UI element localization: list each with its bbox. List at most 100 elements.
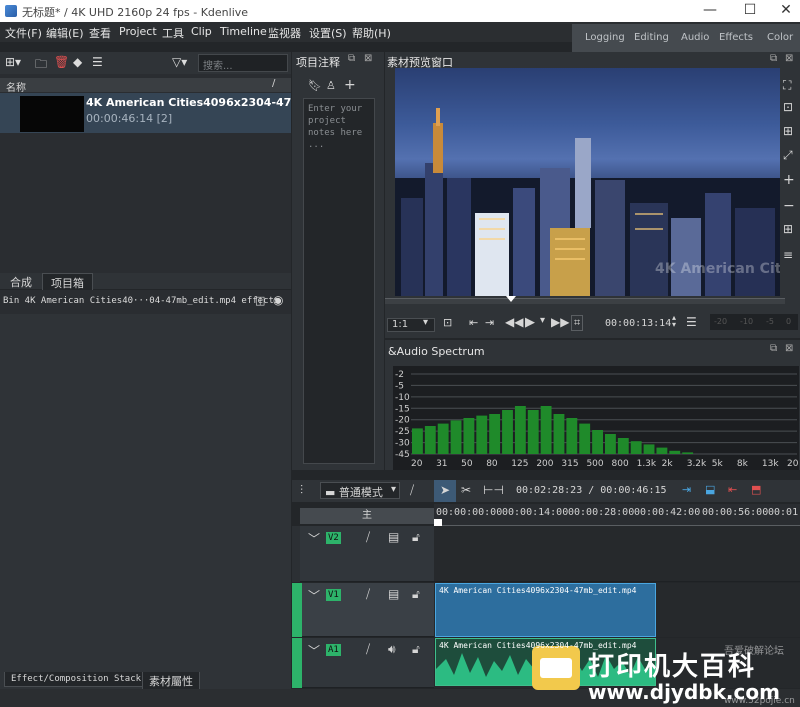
menu-project[interactable]: Project [119,25,157,38]
timeline-position[interactable]: 00:02:28:23 / 00:00:46:15 [516,485,667,496]
track-v1-area[interactable]: 4K American Cities4096x2304-47mb_edit.mp… [434,583,800,637]
tag-icon[interactable]: ◆ [73,55,82,69]
add-clip-icon[interactable]: ⊞▾ [5,55,21,69]
hide-video-icon[interactable]: ▤ [388,530,399,544]
split-compare-icon[interactable]: ◫ [255,294,265,307]
layout-editing[interactable]: Editing [634,32,669,43]
menu-icon[interactable]: ☰ [92,55,103,69]
layout-color[interactable]: Color [767,32,793,43]
extract-icon[interactable]: ⇤ [728,483,737,496]
spectrum-close-icon[interactable]: ⊠ [785,343,793,354]
layout-logging[interactable]: Logging [585,32,625,43]
close-button[interactable]: ✕ [766,0,800,22]
tab-effect-stack[interactable]: Effect/Composition Stack [4,672,149,687]
menu-clip[interactable]: Clip [191,25,212,38]
set-zone-icon[interactable]: ⊡ [443,316,452,329]
safe-zone-icon[interactable]: ⊞ [783,124,793,138]
zoom-out-icon[interactable]: − [783,198,795,214]
timeline-settings-icon[interactable]: ⫶ [300,483,303,498]
maximize-button[interactable]: ☐ [730,0,770,22]
forward-icon[interactable]: ▶▶ [551,315,569,329]
collapse-icon[interactable]: ﹀ [308,642,320,659]
rewind-icon[interactable]: ◀◀ [505,315,523,329]
zoom-icon[interactable]: ⤢ [783,148,793,163]
bookmark-icon[interactable]: 🔖︎ [308,79,322,92]
add-folder-icon[interactable]: 🗀 [35,55,47,76]
spectrum-float-icon[interactable]: ⧉ [770,343,777,354]
spectrum-x-label: 3.2k [687,459,707,469]
effects-icon[interactable]: ⧸ [366,642,370,657]
set-out-icon[interactable]: ⇥ [485,316,494,329]
zoom-fit-icon[interactable]: ⊡ [783,100,793,114]
grid-icon[interactable]: ⊞ [783,222,793,236]
fullscreen-icon[interactable]: ⛶ [783,78,791,93]
monitor-float-icon[interactable]: ⧉ [770,53,777,64]
menu-edit[interactable]: 编辑(E) [46,25,84,41]
master-track-label[interactable]: 主 [300,508,434,524]
meter-label-2: -5 [766,317,774,326]
notes-editor[interactable]: Enter your project notes here ... [303,98,375,464]
track-v2-area[interactable] [434,526,800,582]
user-icon[interactable]: ♙ [326,79,336,92]
crop-icon[interactable]: ⌗ [571,315,584,331]
edit-mode-select[interactable]: ▬ 普通模式 [320,482,400,499]
delete-icon[interactable]: 🗑 [54,55,69,69]
watermark-line3: 吾爱破解论坛 [724,646,784,657]
menu-file[interactable]: 文件(F) [5,25,42,41]
play-chevron-icon[interactable]: ▾ [540,315,545,326]
razor-tool-icon[interactable]: ✂ [461,483,471,497]
spacer-tool-icon[interactable]: ⊢⊣ [483,483,504,497]
collapse-icon[interactable]: ﹀ [308,530,320,547]
menu-help[interactable]: 帮助(H) [352,25,391,41]
eye-icon[interactable]: ◉ [273,293,283,307]
clip-row[interactable]: 4K American Cities4096x2304-47mb_edit 00… [0,93,291,133]
timecode-stepper[interactable]: ▴ ▾ [672,314,676,329]
timeline-ruler[interactable]: 00:00:00:00 00:00:14:00 00:00:28:00 00:0… [434,504,800,526]
column-divider: / [272,78,276,89]
tab-composition[interactable]: 合成 [4,273,38,291]
selection-tool-icon[interactable]: ➤ [434,480,456,502]
track-header-v2[interactable]: ﹀ V2 ⧸ ▤ 🔓︎ [292,526,434,582]
search-input[interactable]: 搜索... [198,54,288,72]
more-icon[interactable]: ≡ [783,248,793,262]
zoom-in-icon[interactable]: + [783,172,795,188]
collapse-icon[interactable]: ﹀ [308,587,320,604]
effects-icon[interactable]: ⧸ [366,587,370,602]
effect-icon[interactable]: ⧸ [410,483,414,498]
lift-icon[interactable]: ⬒ [751,483,761,496]
filter-icon[interactable]: ▽▾ [172,55,187,69]
meter-label-3: 0 [786,317,792,326]
track-header-a1[interactable]: ﹀ A1 ⧸ 🔊︎ 🔓︎ [292,638,434,688]
insert-icon[interactable]: ⇥ [682,483,691,496]
playhead-marker[interactable] [506,296,516,302]
play-icon[interactable]: ▶ [525,315,535,330]
timeline-playhead[interactable] [434,519,442,526]
notes-close-icon[interactable]: ⊠ [364,53,372,64]
hide-video-icon[interactable]: ▤ [388,587,399,601]
video-clip[interactable]: 4K American Cities4096x2304-47mb_edit.mp… [435,583,656,637]
menu-timeline[interactable]: Timeline [220,25,267,38]
menu-monitor[interactable]: 监视器 [268,25,301,41]
speaker-icon[interactable]: 🔊︎ [388,642,396,657]
monitor-menu-icon[interactable]: ☰ [686,315,697,329]
overwrite-icon[interactable]: ⬓ [705,483,715,496]
lock-icon[interactable]: 🔓︎ [412,530,420,545]
set-in-icon[interactable]: ⇤ [469,316,478,329]
notes-float-icon[interactable]: ⧉ [348,53,355,64]
monitor-close-icon[interactable]: ⊠ [785,53,793,64]
menu-tools[interactable]: 工具 [162,25,184,41]
lock-icon[interactable]: 🔓︎ [412,642,420,657]
lock-icon[interactable]: 🔓︎ [412,587,420,602]
app-icon [5,5,17,17]
video-preview[interactable]: 4K American Cities [395,68,780,296]
menu-settings[interactable]: 设置(S) [309,25,347,41]
track-header-v1[interactable]: ﹀ V1 ⧸ ▤ 🔓︎ [292,583,434,637]
monitor-timecode[interactable]: 00:00:13:14 [605,318,671,329]
layout-effects[interactable]: Effects [719,32,753,43]
minimize-button[interactable]: — [690,0,730,22]
layout-audio[interactable]: Audio [681,32,709,43]
menu-view[interactable]: 查看 [89,25,111,41]
monitor-ruler[interactable] [385,298,785,304]
add-note-icon[interactable]: + [344,77,356,93]
effects-icon[interactable]: ⧸ [366,530,370,545]
